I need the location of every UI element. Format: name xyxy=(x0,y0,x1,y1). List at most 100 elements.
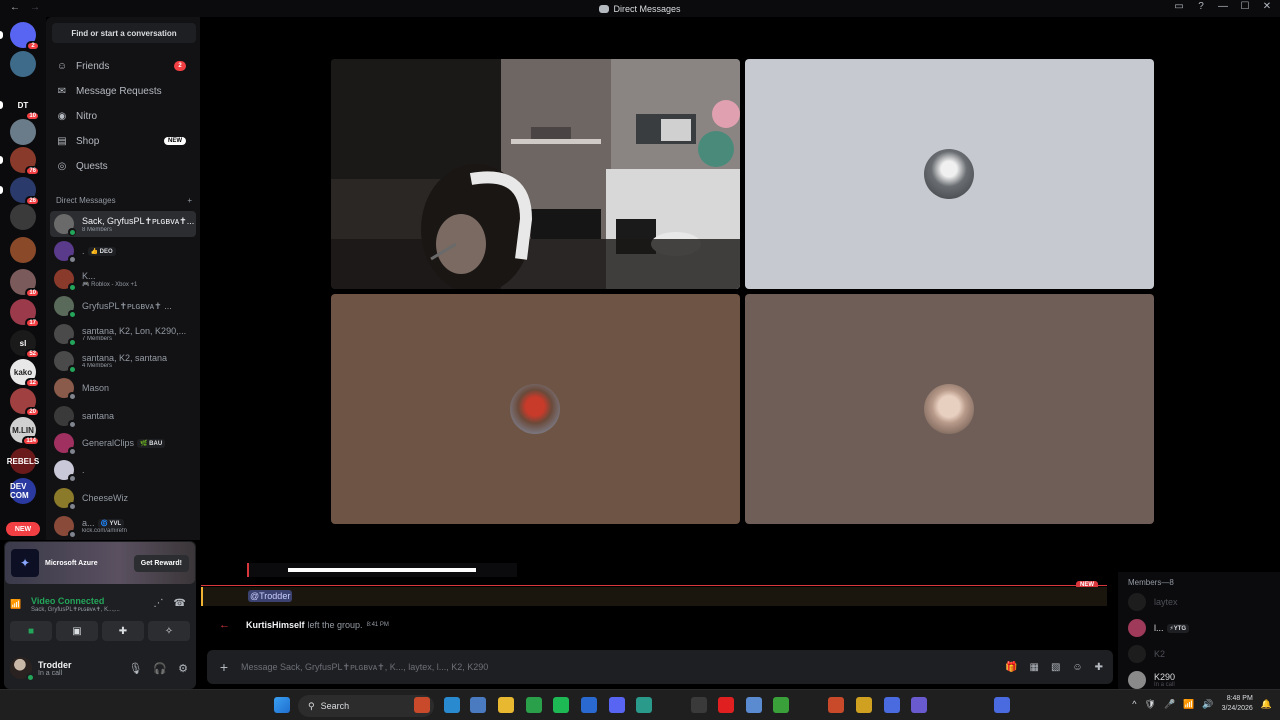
mention-message[interactable]: @Trodder xyxy=(201,587,1107,606)
react-icon[interactable] xyxy=(746,697,762,713)
editor-icon[interactable] xyxy=(581,697,597,713)
nav-item-friends[interactable]: ☺ Friends 2 xyxy=(52,55,196,77)
server-icon[interactable]: 17 xyxy=(10,299,40,328)
signal-icon[interactable]: 📶 xyxy=(10,599,22,610)
dm-item[interactable]: santana, K2, Lon, K290,... 7 Members xyxy=(50,321,196,347)
member-item[interactable]: l... ⚡YTG xyxy=(1128,618,1190,638)
maximize-icon[interactable]: ☐ xyxy=(1238,1,1252,12)
clock[interactable]: 8:48 PM 3/24/2026 xyxy=(1222,694,1253,714)
create-dm-icon[interactable]: + xyxy=(187,196,192,205)
dm-item[interactable]: K... 🎮 Roblox - Xbox +1 xyxy=(50,266,196,292)
server-icon[interactable]: sl 52 xyxy=(10,330,40,359)
dm-item[interactable]: GryfusPL✝ᴘʟɢʙᴠᴀ✝ ... xyxy=(50,293,196,319)
participant-tile[interactable] xyxy=(331,294,740,524)
volume-icon[interactable]: 🔊 xyxy=(1202,699,1213,710)
server-icon[interactable] xyxy=(10,119,36,145)
server-icon[interactable]: 10 xyxy=(10,269,40,298)
dm-item[interactable]: GeneralClips 🌿 BAU xyxy=(50,430,196,456)
member-item[interactable]: K2 xyxy=(1128,644,1165,664)
server-icon[interactable]: DEV COM xyxy=(10,478,36,504)
user-mention[interactable]: @Trodder xyxy=(248,590,293,602)
emoji-icon[interactable]: ☺ xyxy=(1072,662,1082,673)
youtube-icon[interactable] xyxy=(718,697,734,713)
roblox-icon[interactable] xyxy=(828,697,844,713)
server-icon[interactable]: M.LIN 114 xyxy=(10,417,40,446)
stream-scrubber[interactable] xyxy=(247,563,517,577)
store-icon[interactable] xyxy=(664,697,680,713)
system-message-user[interactable]: KurtisHimself xyxy=(246,620,305,630)
activities-button[interactable]: ✚ xyxy=(102,621,144,641)
dm-item[interactable]: santana xyxy=(50,403,196,429)
wifi-icon[interactable]: 📶 xyxy=(1183,699,1194,710)
screenshare-button[interactable]: ▣ xyxy=(56,621,98,641)
minimize-icon[interactable]: — xyxy=(1216,1,1230,12)
settings-gear-icon[interactable]: ⚙ xyxy=(178,662,188,675)
sticker-icon[interactable]: ▧ xyxy=(1051,662,1060,673)
server-icon[interactable]: kako 12 xyxy=(10,359,40,388)
dm-item[interactable]: . xyxy=(50,457,196,483)
dm-item[interactable]: a... 🌀 YVL kick.com/amirefn xyxy=(50,513,196,539)
minecraft-icon[interactable] xyxy=(773,697,789,713)
inbox-icon[interactable]: ▭ xyxy=(1172,1,1186,12)
nav-item-quests[interactable]: ◎ Quests xyxy=(52,155,196,177)
app2-icon[interactable] xyxy=(884,697,900,713)
discord-taskbar-icon[interactable] xyxy=(609,697,625,713)
copilot-icon[interactable] xyxy=(444,697,460,713)
disconnect-icon[interactable]: ☎ xyxy=(174,598,186,609)
back-arrow-icon[interactable]: ← xyxy=(10,2,20,13)
member-item[interactable]: laytex xyxy=(1128,592,1178,612)
help-icon[interactable]: ? xyxy=(1194,1,1208,12)
photos-icon[interactable] xyxy=(470,697,486,713)
app5-icon[interactable] xyxy=(994,697,1010,713)
gift-icon[interactable]: 🎁 xyxy=(1005,662,1017,673)
widgets-icon[interactable] xyxy=(414,697,430,713)
server-icon[interactable] xyxy=(10,204,36,230)
spotify-icon[interactable] xyxy=(553,697,569,713)
current-user[interactable]: Trodder In a call 🎙 🎧 ⚙ xyxy=(10,653,190,683)
camera-button[interactable]: ■ xyxy=(10,621,52,641)
member-item[interactable]: K290 In a call xyxy=(1128,670,1175,690)
ez-icon[interactable] xyxy=(801,697,817,713)
find-conversation-button[interactable]: Find or start a conversation xyxy=(52,23,196,43)
forward-arrow-icon[interactable]: → xyxy=(30,2,40,13)
server-icon[interactable]: 76 xyxy=(0,147,40,176)
file-explorer-icon[interactable] xyxy=(498,697,514,713)
windows-start-icon[interactable] xyxy=(274,697,290,713)
message-composer[interactable]: + Message Sack, GryfusPL✝ᴘʟɢʙᴠᴀ✝, K..., … xyxy=(207,650,1113,684)
voice-status-label[interactable]: Video Connected xyxy=(31,596,120,606)
server-icon[interactable] xyxy=(10,51,36,77)
message-input[interactable]: Message Sack, GryfusPL✝ᴘʟɢʙᴠᴀ✝, K..., la… xyxy=(241,662,1005,673)
app3-icon[interactable] xyxy=(911,697,927,713)
nav-item-message-requests[interactable]: ✉ Message Requests xyxy=(52,80,196,102)
server-icon[interactable]: 2 xyxy=(0,22,40,51)
video-tile[interactable] xyxy=(331,59,740,289)
dm-item[interactable]: santana, K2, santana 4 Members xyxy=(50,348,196,374)
dm-item[interactable]: Sack, GryfusPL✝ᴘʟɢʙᴠᴀ✝... 8 Members xyxy=(50,211,196,237)
server-icon[interactable]: 20 xyxy=(10,388,40,417)
app4-icon[interactable] xyxy=(966,697,982,713)
obs-icon[interactable] xyxy=(856,697,872,713)
server-icon[interactable]: DT 10 xyxy=(0,92,40,121)
attach-plus-icon[interactable]: + xyxy=(207,659,241,675)
app-icon[interactable] xyxy=(691,697,707,713)
gif-icon[interactable]: ▦ xyxy=(1029,662,1038,673)
microphone-icon[interactable]: 🎙 xyxy=(128,662,142,675)
defender-icon[interactable]: 🛡 xyxy=(1145,699,1156,710)
scrubber-bar[interactable] xyxy=(288,568,476,572)
server-icon[interactable]: REBELS xyxy=(7,448,39,474)
notification-bell-icon[interactable]: 🔔 xyxy=(1261,699,1272,710)
soundboard-button[interactable]: ✧ xyxy=(148,621,190,641)
nav-item-shop[interactable]: ▤ Shop NEW xyxy=(52,130,196,152)
tray-mic-icon[interactable]: 🎤 xyxy=(1164,699,1175,710)
participant-tile[interactable] xyxy=(745,59,1154,289)
tray-expand-icon[interactable]: ^ xyxy=(1132,699,1136,709)
close-icon[interactable]: ✕ xyxy=(1260,1,1274,12)
participant-tile[interactable] xyxy=(745,294,1154,524)
get-reward-button[interactable]: Get Reward! xyxy=(133,554,189,572)
server-icon[interactable]: 26 xyxy=(0,177,40,206)
server-icon[interactable] xyxy=(10,237,36,263)
headphones-icon[interactable]: 🎧 xyxy=(153,662,167,675)
new-unreads-pill[interactable]: NEW xyxy=(6,522,40,536)
nav-item-nitro[interactable]: ◉ Nitro xyxy=(52,105,196,127)
dm-item[interactable]: Mason xyxy=(50,375,196,401)
